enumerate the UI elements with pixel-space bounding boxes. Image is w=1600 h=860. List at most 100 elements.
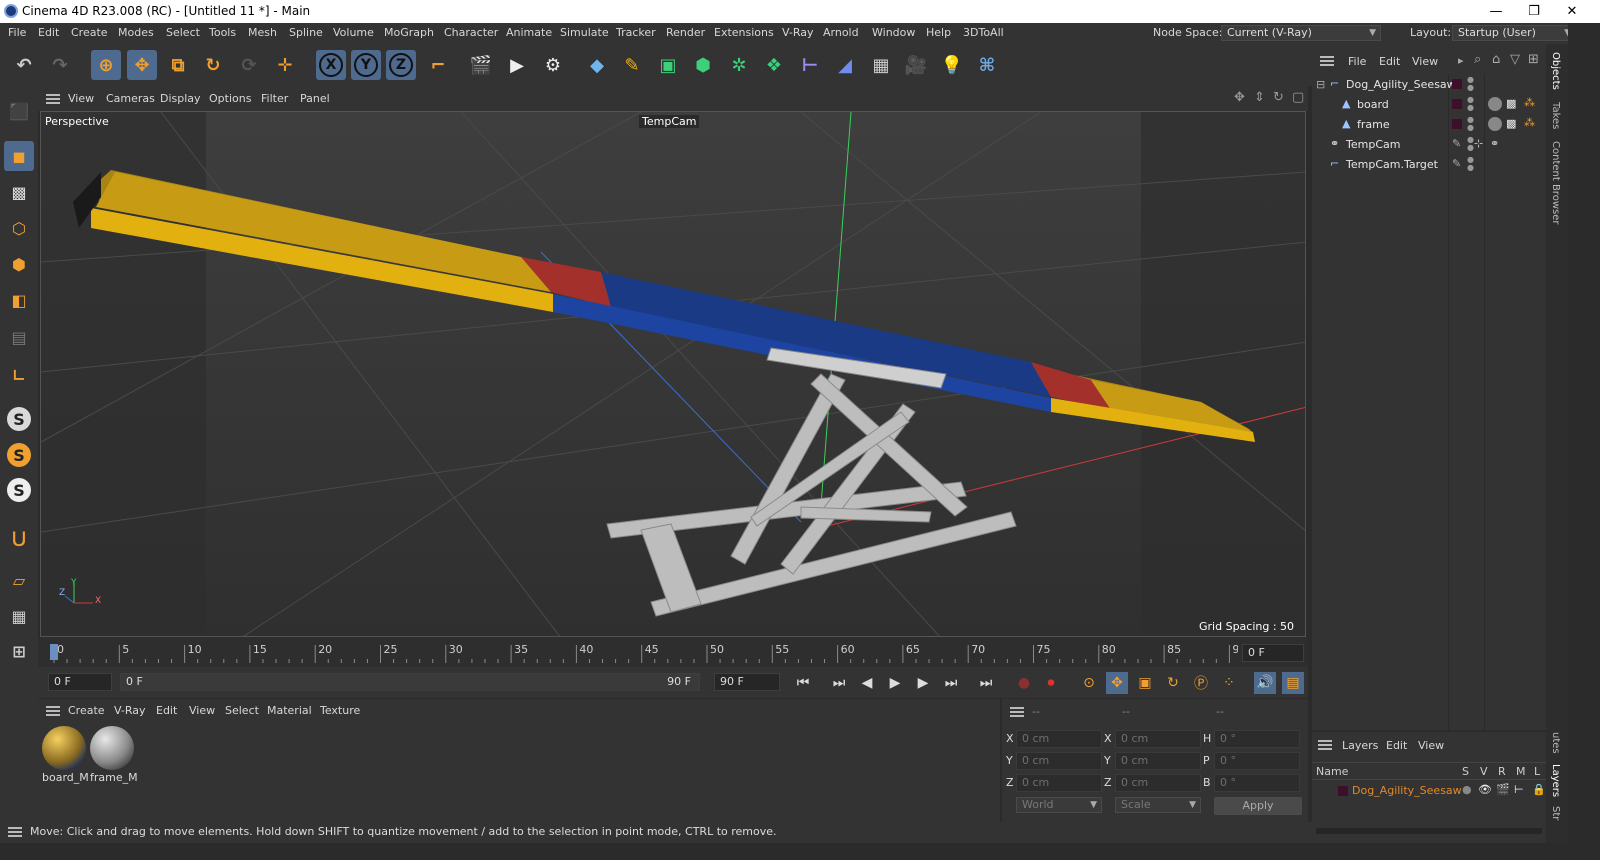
layer-color-swatch[interactable] bbox=[1452, 119, 1462, 129]
axis-mode-icon[interactable]: ∟ bbox=[4, 360, 34, 390]
layers-menu-view[interactable]: View bbox=[1418, 739, 1444, 752]
axis-z-button[interactable]: Z bbox=[386, 50, 416, 80]
viewport-menu-icon[interactable] bbox=[46, 94, 60, 104]
go-to-start-icon[interactable]: ⏮ bbox=[792, 672, 814, 694]
edit-icon[interactable]: ✎ bbox=[1452, 137, 1461, 150]
menu-file[interactable]: File bbox=[8, 26, 26, 39]
more-arrow-icon[interactable]: ▸ bbox=[1458, 54, 1464, 67]
collapse-icon[interactable]: ⊟ bbox=[1316, 78, 1325, 91]
material-menu-icon[interactable] bbox=[46, 706, 60, 716]
maximize-view-icon[interactable]: ▢ bbox=[1292, 90, 1304, 105]
mat-menu-texture[interactable]: Texture bbox=[320, 704, 360, 717]
end-frame-field[interactable]: 90 F bbox=[714, 673, 780, 691]
search-icon[interactable]: ⌕ bbox=[1474, 52, 1481, 67]
tab-attributes[interactable]: utes bbox=[1550, 732, 1561, 754]
next-frame-icon[interactable]: ▶ bbox=[912, 672, 934, 694]
model-mode-icon[interactable]: ◼ bbox=[4, 141, 34, 171]
scale-icon[interactable]: ⧉ bbox=[163, 50, 193, 80]
position-y-field[interactable]: 0 cm bbox=[1016, 752, 1102, 770]
menu-edit[interactable]: Edit bbox=[38, 26, 59, 39]
status-menu-icon[interactable] bbox=[8, 827, 22, 837]
visibility-dots-icon[interactable]: ● ● bbox=[1467, 136, 1474, 152]
menu-tracker[interactable]: Tracker bbox=[616, 26, 656, 39]
uvw-tag-icon[interactable]: ▩ bbox=[1506, 97, 1516, 110]
uvw-tag-icon[interactable]: ▩ bbox=[1506, 117, 1516, 130]
texture-tag-icon[interactable]: ⁂ bbox=[1524, 96, 1535, 109]
tab-layers[interactable]: Layers bbox=[1550, 764, 1561, 797]
viewport-perspective[interactable]: Perspective TempCam Grid Spacing : 50 cm… bbox=[40, 111, 1306, 637]
target-tag-icon[interactable]: ⊹ bbox=[1474, 137, 1483, 150]
lock-workplane-icon[interactable]: ▦ bbox=[4, 601, 34, 631]
layer-row[interactable]: Dog_Agility_Seesaw ● 👁 🎬 ⊢ 🔒 bbox=[1312, 782, 1546, 800]
viewport-menu-cameras[interactable]: Cameras bbox=[106, 92, 155, 105]
rotation-b-field[interactable]: 0 ° bbox=[1214, 774, 1300, 792]
object-name[interactable]: TempCam bbox=[1346, 138, 1400, 151]
field-icon[interactable]: ◢ bbox=[830, 50, 860, 80]
mat-menu-material[interactable]: Material bbox=[267, 704, 312, 717]
size-z-field[interactable]: 0 cm bbox=[1115, 774, 1201, 792]
play-icon[interactable]: ▶ bbox=[884, 672, 906, 694]
key-parameter-icon[interactable]: Ⓟ bbox=[1190, 672, 1212, 694]
object-row-tempcam[interactable]: ⚭ TempCam ✎ ● ● ⊹ ⚭ bbox=[1312, 135, 1544, 155]
material-frame-label[interactable]: frame_M bbox=[90, 771, 138, 784]
playhead[interactable] bbox=[50, 644, 58, 660]
pen-icon[interactable]: ✎ bbox=[617, 50, 647, 80]
mat-menu-create[interactable]: Create bbox=[68, 704, 105, 717]
viewport-menu-filter[interactable]: Filter bbox=[261, 92, 288, 105]
menu-modes[interactable]: Modes bbox=[118, 26, 154, 39]
mograph-cubes-icon[interactable]: ❖ bbox=[759, 50, 789, 80]
cloner-icon[interactable]: ✲ bbox=[724, 50, 754, 80]
layers-menu-layers[interactable]: Layers bbox=[1342, 739, 1378, 752]
snap-s2-icon[interactable]: S bbox=[4, 440, 34, 470]
restore-button[interactable]: ❐ bbox=[1514, 2, 1554, 21]
obj-menu-edit[interactable]: Edit bbox=[1379, 55, 1400, 68]
menu-spline[interactable]: Spline bbox=[289, 26, 323, 39]
coordinates-menu-icon[interactable] bbox=[1010, 707, 1024, 717]
rotation-p-field[interactable]: 0 ° bbox=[1214, 752, 1300, 770]
eye-icon[interactable]: 👁 bbox=[1478, 783, 1492, 796]
key-scale-icon[interactable]: ▣ bbox=[1134, 672, 1156, 694]
size-y-field[interactable]: 0 cm bbox=[1115, 752, 1201, 770]
visibility-dots-icon[interactable]: ● ● bbox=[1467, 156, 1474, 172]
edit-icon[interactable]: ✎ bbox=[1452, 157, 1461, 170]
light-icon[interactable]: 💡 bbox=[937, 50, 967, 80]
autokey-icon[interactable]: ⏺ bbox=[1040, 672, 1062, 694]
apply-button[interactable]: Apply bbox=[1214, 797, 1302, 815]
viewport-menu-view[interactable]: View bbox=[68, 92, 94, 105]
menu-tools[interactable]: Tools bbox=[209, 26, 236, 39]
axis-y-button[interactable]: Y bbox=[351, 50, 381, 80]
mat-menu-vray[interactable]: V-Ray bbox=[114, 704, 146, 717]
material-tag-icon[interactable] bbox=[1488, 97, 1502, 111]
record-disabled-icon[interactable]: ● bbox=[1013, 672, 1035, 694]
obj-menu-file[interactable]: File bbox=[1348, 55, 1366, 68]
viewport-menu-options[interactable]: Options bbox=[209, 92, 251, 105]
redo-icon[interactable]: ↷ bbox=[45, 50, 75, 80]
render-picture-viewer-icon[interactable]: ▶ bbox=[502, 50, 532, 80]
layers-menu-icon[interactable] bbox=[1318, 740, 1332, 750]
edge-mode-icon[interactable]: ⬢ bbox=[4, 249, 34, 279]
position-z-field[interactable]: 0 cm bbox=[1016, 774, 1102, 792]
coordinate-system-icon[interactable]: ⌐ bbox=[423, 50, 453, 80]
tab-structure[interactable]: Str bbox=[1550, 806, 1561, 820]
render-view-icon[interactable]: 🎬 bbox=[466, 50, 496, 80]
minimize-button[interactable]: — bbox=[1476, 2, 1516, 21]
menu-mograph[interactable]: MoGraph bbox=[384, 26, 434, 39]
rotation-h-field[interactable]: 0 ° bbox=[1214, 730, 1300, 748]
menu-volume[interactable]: Volume bbox=[333, 26, 374, 39]
keyframe-selection-icon[interactable]: ⊙ bbox=[1078, 672, 1100, 694]
menu-mesh[interactable]: Mesh bbox=[248, 26, 277, 39]
mat-menu-view[interactable]: View bbox=[189, 704, 215, 717]
workplane-icon[interactable]: ▱ bbox=[4, 565, 34, 595]
menu-select[interactable]: Select bbox=[166, 26, 200, 39]
camera-icon[interactable]: 🎥 bbox=[901, 50, 931, 80]
layers-col-visible[interactable]: V bbox=[1480, 765, 1488, 778]
visibility-dots-icon[interactable]: ● ● bbox=[1467, 76, 1474, 92]
layer-color-swatch[interactable] bbox=[1452, 79, 1462, 89]
menu-simulate[interactable]: Simulate bbox=[560, 26, 609, 39]
tab-content-browser[interactable]: Content Browser bbox=[1550, 141, 1561, 224]
render-settings-icon[interactable]: ⚙ bbox=[538, 50, 568, 80]
layers-col-solo[interactable]: S bbox=[1462, 765, 1469, 778]
recent-tools-icon[interactable]: ⟳ bbox=[234, 50, 264, 80]
tab-objects[interactable]: Objects bbox=[1550, 52, 1561, 90]
next-key-icon[interactable]: ⏭ bbox=[940, 672, 962, 694]
